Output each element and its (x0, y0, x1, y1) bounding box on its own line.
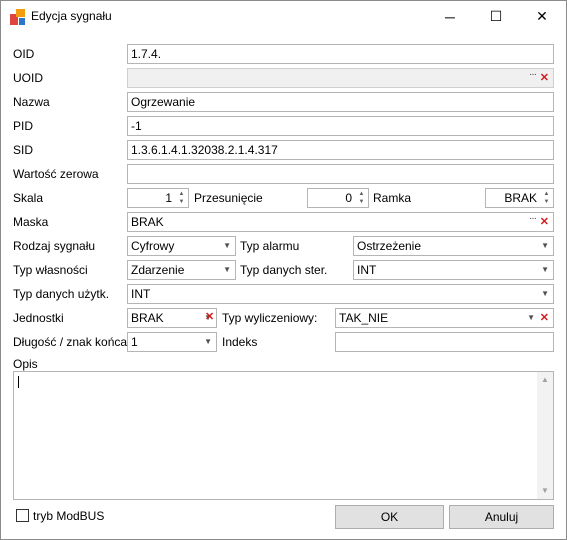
uoid-field: ··· ✕ (127, 68, 554, 88)
spin-down-icon[interactable]: ▼ (542, 198, 551, 206)
rodzaj-sygnalu-label: Rodzaj sygnału (13, 239, 96, 253)
uoid-label: UOID (13, 71, 43, 85)
pid-value: -1 (131, 119, 142, 133)
dlugosc-label: Długość / znak końca (13, 335, 128, 349)
maximize-button[interactable]: ☐ (473, 1, 519, 32)
jednostki-label: Jednostki (13, 311, 64, 325)
typ-wyliczeniowy-clear-icon[interactable]: ✕ (540, 309, 549, 327)
ok-label: OK (380, 510, 399, 524)
ok-button[interactable]: OK (335, 505, 444, 529)
app-logo-icon (10, 9, 26, 25)
nazwa-value: Ogrzewanie (131, 95, 196, 109)
chevron-down-icon[interactable]: ▼ (541, 261, 549, 279)
typ-danych-uzytk-value: INT (131, 287, 151, 301)
pid-label: PID (13, 119, 34, 133)
modbus-checkbox[interactable] (16, 509, 29, 522)
indeks-field[interactable] (335, 332, 554, 352)
oid-label: OID (13, 47, 35, 61)
chevron-down-icon[interactable]: ▼ (204, 333, 212, 351)
maska-browse-button[interactable]: ··· (529, 213, 537, 228)
typ-danych-uzytk-label: Typ danych użytk. (13, 287, 110, 301)
cancel-label: Anuluj (484, 510, 519, 524)
dlugosc-value: 1 (131, 335, 138, 349)
jednostki-dropdown[interactable]: BRAK ▼ (127, 308, 217, 328)
typ-wlasnosci-label: Typ własności (13, 263, 88, 277)
close-icon: ✕ (536, 8, 548, 24)
przesuniecie-spinner[interactable]: 0 ▲ ▼ (307, 188, 369, 208)
typ-wlasnosci-value: Zdarzenie (131, 263, 185, 277)
maska-label: Maska (13, 215, 49, 229)
chevron-down-icon[interactable]: ▼ (223, 237, 231, 255)
ramka-value: BRAK (504, 191, 537, 205)
sid-value: 1.3.6.1.4.1.32038.2.1.4.317 (131, 143, 278, 157)
oid-value: 1.7.4. (131, 47, 162, 61)
typ-danych-ster-label: Typ danych ster. (240, 263, 328, 277)
text-caret (18, 376, 19, 388)
nazwa-field[interactable]: Ogrzewanie (127, 92, 554, 112)
typ-danych-ster-value: INT (357, 263, 377, 277)
modbus-label: tryb ModBUS (33, 509, 105, 523)
typ-alarmu-value: Ostrzeżenie (357, 239, 422, 253)
spin-down-icon[interactable]: ▼ (357, 198, 366, 206)
typ-wyliczeniowy-value: TAK_NIE (339, 311, 389, 325)
sid-label: SID (13, 143, 34, 157)
rodzaj-sygnalu-value: Cyfrowy (131, 239, 175, 253)
typ-danych-ster-dropdown[interactable]: INT ▼ (353, 260, 554, 280)
maximize-icon: ☐ (489, 8, 503, 24)
spin-down-icon[interactable]: ▼ (177, 198, 186, 206)
maska-clear-icon[interactable]: ✕ (540, 213, 549, 231)
przesuniecie-label: Przesunięcie (194, 191, 263, 205)
typ-wlasnosci-dropdown[interactable]: Zdarzenie ▼ (127, 260, 236, 280)
indeks-label: Indeks (222, 335, 258, 349)
spin-up-icon[interactable]: ▲ (542, 190, 551, 198)
cancel-button[interactable]: Anuluj (449, 505, 554, 529)
nazwa-label: Nazwa (13, 95, 50, 109)
scroll-up-icon[interactable]: ▲ (537, 372, 553, 388)
uoid-clear-icon[interactable]: ✕ (540, 69, 549, 87)
wartosc-zerowa-label: Wartość zerowa (13, 167, 99, 181)
typ-wyliczeniowy-label: Typ wyliczeniowy: (222, 311, 318, 325)
chevron-down-icon[interactable]: ▼ (527, 309, 535, 327)
spin-up-icon[interactable]: ▲ (357, 190, 366, 198)
skala-label: Skala (13, 191, 44, 205)
pid-field[interactable]: -1 (127, 116, 554, 136)
rodzaj-sygnalu-dropdown[interactable]: Cyfrowy ▼ (127, 236, 236, 256)
typ-wyliczeniowy-dropdown[interactable]: TAK_NIE ▼ ✕ (335, 308, 554, 328)
dlugosc-dropdown[interactable]: 1 ▼ (127, 332, 217, 352)
dialog-window: Edycja sygnału ─ ☐ ✕ OID 1.7.4. UOID ···… (0, 0, 567, 540)
title-bar[interactable]: Edycja sygnału ─ ☐ ✕ (1, 1, 566, 32)
typ-alarmu-dropdown[interactable]: Ostrzeżenie ▼ (353, 236, 554, 256)
close-button[interactable]: ✕ (519, 1, 565, 32)
minimize-icon: ─ (445, 8, 455, 25)
wartosc-zerowa-field[interactable] (127, 164, 554, 184)
ramka-spinner[interactable]: BRAK ▲ ▼ (485, 188, 554, 208)
przesuniecie-spin-buttons[interactable]: ▲ ▼ (357, 190, 366, 206)
opis-textarea[interactable]: ▲ ▼ (13, 371, 554, 500)
ramka-spin-buttons[interactable]: ▲ ▼ (542, 190, 551, 206)
maska-value: BRAK (131, 215, 164, 229)
typ-alarmu-label: Typ alarmu (240, 239, 300, 253)
przesuniecie-value: 0 (345, 191, 352, 205)
jednostki-value: BRAK (131, 311, 164, 325)
maska-field[interactable]: BRAK ··· ✕ (127, 212, 554, 232)
chevron-down-icon[interactable]: ▼ (541, 285, 549, 303)
opis-scrollbar[interactable]: ▲ ▼ (537, 372, 553, 499)
spin-up-icon[interactable]: ▲ (177, 190, 186, 198)
typ-danych-uzytk-dropdown[interactable]: INT ▼ (127, 284, 554, 304)
opis-label: Opis (13, 357, 38, 371)
chevron-down-icon[interactable]: ▼ (223, 261, 231, 279)
oid-field[interactable]: 1.7.4. (127, 44, 554, 64)
scroll-down-icon[interactable]: ▼ (537, 483, 553, 499)
uoid-browse-button[interactable]: ··· (529, 69, 537, 84)
skala-value: 1 (165, 191, 172, 205)
sid-field[interactable]: 1.3.6.1.4.1.32038.2.1.4.317 (127, 140, 554, 160)
window-title: Edycja sygnału (31, 9, 112, 23)
minimize-button[interactable]: ─ (427, 1, 473, 32)
chevron-down-icon[interactable]: ▼ (541, 237, 549, 255)
jednostki-clear-icon[interactable]: ✕ (205, 308, 214, 326)
skala-spin-buttons[interactable]: ▲ ▼ (177, 190, 186, 206)
skala-spinner[interactable]: 1 ▲ ▼ (127, 188, 189, 208)
ramka-label: Ramka (373, 191, 412, 205)
